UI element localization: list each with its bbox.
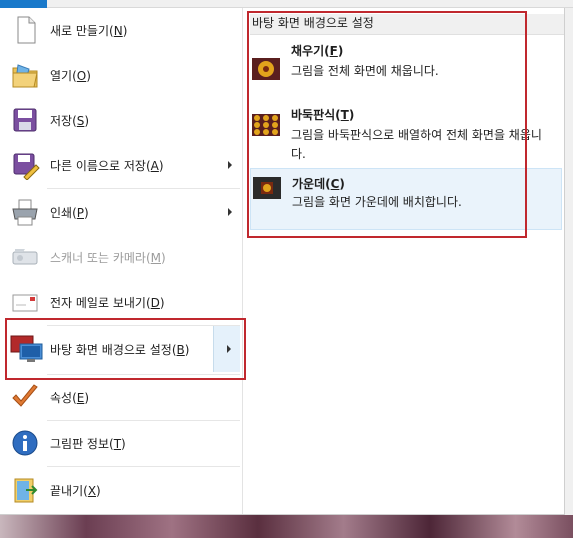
menu-item-label: 스캐너 또는 카메라(M)	[50, 250, 166, 265]
printer-icon	[10, 197, 40, 227]
menu-item-properties[interactable]: 속성(E)	[0, 375, 242, 419]
file-menu-items: 새로 만들기(N) 열기(O) 저장(S) 다른 이름으로 저장(A) 인쇄(P…	[0, 8, 242, 514]
menu-item-label: 끝내기(X)	[50, 483, 101, 498]
menu-item-label: 전자 메일로 보내기(D)	[50, 295, 165, 310]
save-disk-icon	[10, 105, 40, 135]
menu-item-label: 새로 만들기(N)	[50, 23, 128, 38]
file-menu-tab[interactable]	[0, 0, 47, 8]
menu-item-print[interactable]: 인쇄(P)	[0, 190, 242, 234]
canvas-background	[0, 515, 573, 538]
menu-item-new[interactable]: 새로 만들기(N)	[0, 8, 242, 52]
checkmark-icon	[10, 382, 40, 412]
highlight-box-menu-item	[5, 318, 246, 380]
info-icon	[10, 428, 40, 458]
menu-item-label: 인쇄(P)	[50, 205, 89, 220]
menu-separator	[47, 188, 240, 189]
menu-item-save-as[interactable]: 다른 이름으로 저장(A)	[0, 143, 242, 187]
new-document-icon	[10, 15, 40, 45]
menu-separator	[47, 466, 240, 467]
save-as-icon	[10, 150, 40, 181]
open-folder-icon	[10, 60, 40, 90]
menu-item-exit[interactable]: 끝내기(X)	[0, 468, 242, 512]
menu-item-label: 저장(S)	[50, 113, 90, 128]
menu-item-label: 속성(E)	[50, 390, 90, 405]
menu-item-open[interactable]: 열기(O)	[0, 53, 242, 97]
email-icon	[10, 287, 40, 317]
menu-item-scanner-camera: 스캐너 또는 카메라(M)	[0, 235, 242, 279]
menu-column-divider	[242, 8, 243, 514]
menu-item-label: 열기(O)	[50, 68, 91, 83]
menu-item-save[interactable]: 저장(S)	[0, 98, 242, 142]
scanner-camera-icon	[10, 242, 40, 272]
menu-item-label: 다른 이름으로 저장(A)	[50, 158, 164, 173]
menu-item-about-paint[interactable]: 그림판 정보(T)	[0, 421, 242, 465]
highlight-box-submenu	[247, 11, 527, 238]
menu-item-label: 그림판 정보(T)	[50, 436, 126, 451]
exit-icon	[10, 475, 40, 505]
submenu-arrow-icon	[228, 161, 232, 169]
submenu-arrow-icon	[228, 208, 232, 216]
